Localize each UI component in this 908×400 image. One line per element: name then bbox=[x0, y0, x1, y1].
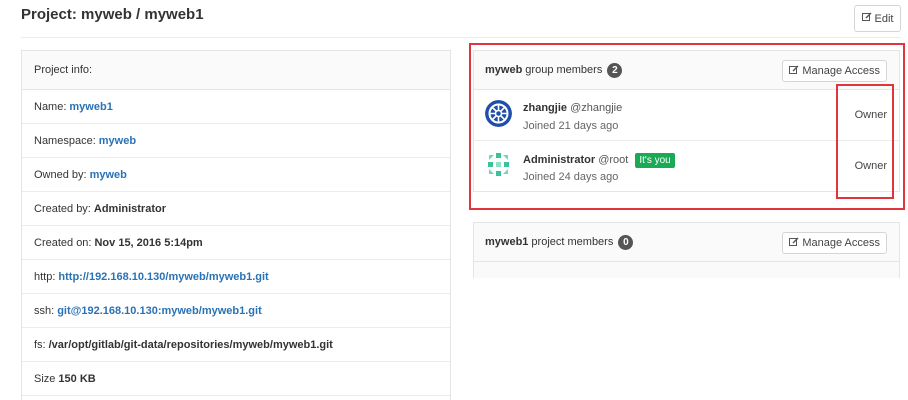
info-row-namespace: Namespace: myweb bbox=[22, 124, 450, 158]
info-row-size: Size 150 KB bbox=[22, 362, 450, 396]
edit-button-label: Edit bbox=[874, 12, 894, 25]
info-row-name: Name: myweb1 bbox=[22, 90, 450, 124]
title-divider bbox=[21, 37, 901, 38]
project-info-panel: Project info: Name: myweb1 Namespace: mywe… bbox=[21, 50, 451, 400]
edit-button[interactable]: Edit bbox=[854, 5, 901, 32]
info-label: ssh: bbox=[34, 304, 55, 317]
info-label: Name: bbox=[34, 100, 67, 113]
info-label: Created by: bbox=[34, 202, 91, 215]
info-label: Size bbox=[34, 372, 56, 385]
info-row-created-by: Created by: Administrator bbox=[22, 192, 450, 226]
pencil-square-icon bbox=[861, 12, 872, 25]
size-value: 150 KB bbox=[58, 372, 96, 385]
project-info-header: Project info: bbox=[22, 51, 450, 90]
info-label: fs: bbox=[34, 338, 46, 351]
info-row-owned-by: Owned by: myweb bbox=[22, 158, 450, 192]
project-name-link[interactable]: myweb1 bbox=[69, 101, 112, 113]
info-label: Created on: bbox=[34, 236, 92, 249]
info-label: Owned by: bbox=[34, 168, 87, 181]
project-members-body bbox=[474, 262, 899, 278]
created-on-value: Nov 15, 2016 5:14pm bbox=[94, 236, 203, 249]
info-row-created-on: Created on: Nov 15, 2016 5:14pm bbox=[22, 226, 450, 260]
project-members-title: project members bbox=[531, 236, 614, 248]
info-label: Namespace: bbox=[34, 134, 96, 147]
project-members-panel: myweb1 project members 0 Manage Access bbox=[473, 222, 900, 278]
manage-access-button[interactable]: Manage Access bbox=[782, 232, 887, 254]
owner-link[interactable]: myweb bbox=[90, 169, 127, 181]
pencil-square-icon bbox=[789, 237, 799, 250]
creator-value: Administrator bbox=[93, 202, 166, 215]
http-url-link[interactable]: http://192.168.10.130/myweb/myweb1.git bbox=[58, 271, 268, 283]
fs-path-value: /var/opt/gitlab/git-data/repositories/my… bbox=[48, 338, 333, 351]
info-row-fs: fs:/var/opt/gitlab/git-data/repositories… bbox=[22, 328, 450, 362]
info-row-ssh: ssh: git@192.168.10.130:myweb/myweb1.git bbox=[22, 294, 450, 328]
project-member-count-badge: 0 bbox=[618, 234, 634, 250]
namespace-link[interactable]: myweb bbox=[99, 135, 136, 147]
manage-access-label: Manage Access bbox=[802, 237, 880, 249]
info-row-http: http: http://192.168.10.130/myweb/myweb1.… bbox=[22, 260, 450, 294]
info-label: http: bbox=[34, 270, 56, 283]
project-name: myweb1 bbox=[485, 236, 529, 248]
project-members-header: myweb1 project members 0 Manage Access bbox=[474, 223, 899, 262]
page-title: Project: myweb / myweb1 bbox=[21, 6, 204, 23]
ssh-url-link[interactable]: git@192.168.10.130:myweb/myweb1.git bbox=[57, 305, 262, 317]
annotation-role-highlight-box bbox=[836, 84, 894, 199]
